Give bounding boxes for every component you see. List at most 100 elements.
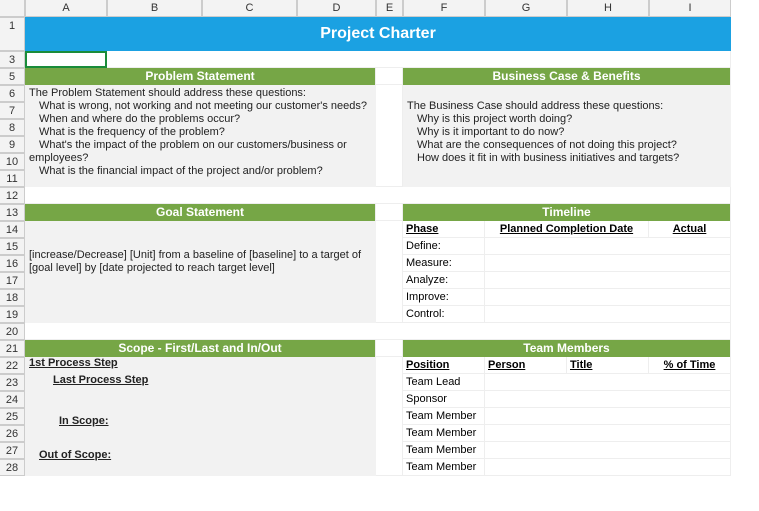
team-position[interactable]: Team Member [403,408,485,425]
timeline-phase[interactable]: Define: [403,238,485,255]
problem-item: What's the impact of the problem on our … [29,139,347,164]
cell[interactable] [376,221,403,323]
cell[interactable] [25,323,731,340]
spreadsheet-grid[interactable]: A B C D E F G H I 1 Project Charter 3 5 … [0,0,759,476]
team-position[interactable]: Team Member [403,459,485,476]
team-position[interactable]: Team Member [403,425,485,442]
row-header[interactable]: 28 [0,459,25,476]
row-header[interactable]: 9 [0,136,25,153]
goal-text: [increase/Decrease] [Unit] from a baseli… [29,249,361,274]
col-header[interactable]: F [403,0,485,17]
business-item: Why is it important to do now? [407,126,564,138]
col-header[interactable]: I [649,0,731,17]
col-header[interactable]: H [567,0,649,17]
team-header-person: Person [485,357,567,374]
row-header[interactable]: 15 [0,238,25,255]
row-header[interactable]: 23 [0,374,25,391]
section-header-goal: Goal Statement [25,204,376,221]
section-header-business: Business Case & Benefits [403,68,731,85]
row-header[interactable]: 3 [0,51,25,68]
cell[interactable] [485,238,731,255]
cell[interactable] [25,187,731,204]
section-header-scope: Scope - First/Last and In/Out [25,340,376,357]
team-header-pct: % of Time [649,357,731,374]
cell[interactable] [107,51,731,68]
row-header[interactable]: 1 [0,17,25,51]
row-header[interactable]: 10 [0,153,25,170]
timeline-phase[interactable]: Measure: [403,255,485,272]
col-header[interactable]: A [25,0,107,17]
scope-first-step: 1st Process Step [29,357,118,369]
row-header[interactable]: 7 [0,102,25,119]
row-header[interactable]: 18 [0,289,25,306]
cell[interactable] [485,374,731,391]
cell[interactable] [485,289,731,306]
row-header[interactable]: 19 [0,306,25,323]
row-header[interactable]: 13 [0,204,25,221]
page-title: Project Charter [25,17,731,51]
row-header[interactable]: 16 [0,255,25,272]
row-header[interactable]: 24 [0,391,25,408]
select-all-corner[interactable] [0,0,25,17]
problem-item: When and where do the problems occur? [29,113,240,125]
row-header[interactable]: 8 [0,119,25,136]
goal-statement-block[interactable]: [increase/Decrease] [Unit] from a baseli… [25,221,376,323]
active-cell[interactable] [25,51,107,68]
business-item: Why is this project worth doing? [407,113,572,125]
section-header-timeline: Timeline [403,204,731,221]
row-header[interactable]: 21 [0,340,25,357]
row-header[interactable]: 14 [0,221,25,238]
row-header[interactable]: 12 [0,187,25,204]
section-header-team: Team Members [403,340,731,357]
col-header[interactable]: C [202,0,297,17]
section-header-problem: Problem Statement [25,68,376,85]
scope-out: Out of Scope: [39,449,111,461]
row-header[interactable]: 22 [0,357,25,374]
problem-item: What is the financial impact of the proj… [29,165,323,177]
timeline-phase[interactable]: Control: [403,306,485,323]
cell[interactable] [376,85,403,187]
scope-last-step: Last Process Step [53,374,148,386]
problem-item: What is wrong, not working and not meeti… [29,100,367,112]
cell[interactable] [485,272,731,289]
business-item: What are the consequences of not doing t… [407,139,677,151]
team-position[interactable]: Team Member [403,442,485,459]
col-header[interactable]: G [485,0,567,17]
business-item: How does it fit in with business initiat… [407,152,679,164]
col-header[interactable]: B [107,0,202,17]
cell[interactable] [485,391,731,408]
timeline-header-planned: Planned Completion Date [485,221,649,238]
cell[interactable] [485,306,731,323]
row-header[interactable]: 5 [0,68,25,85]
scope-block[interactable]: 1st Process Step Last Process Step In Sc… [25,357,376,476]
team-header-position: Position [403,357,485,374]
problem-statement-block[interactable]: The Problem Statement should address the… [25,85,376,187]
problem-intro: The Problem Statement should address the… [29,87,306,99]
cell[interactable] [485,408,731,425]
cell[interactable] [376,68,403,85]
row-header[interactable]: 25 [0,408,25,425]
row-header[interactable]: 17 [0,272,25,289]
col-header[interactable]: D [297,0,376,17]
team-position[interactable]: Team Lead [403,374,485,391]
timeline-phase[interactable]: Analyze: [403,272,485,289]
business-intro: The Business Case should address these q… [407,100,663,112]
row-header[interactable]: 11 [0,170,25,187]
row-header[interactable]: 26 [0,425,25,442]
cell[interactable] [485,425,731,442]
scope-in: In Scope: [59,415,109,427]
cell[interactable] [376,340,403,357]
row-header[interactable]: 27 [0,442,25,459]
team-position[interactable]: Sponsor [403,391,485,408]
cell[interactable] [485,459,731,476]
row-header[interactable]: 6 [0,85,25,102]
col-header[interactable]: E [376,0,403,17]
team-header-title: Title [567,357,649,374]
cell[interactable] [376,204,403,221]
cell[interactable] [485,255,731,272]
row-header[interactable]: 20 [0,323,25,340]
timeline-phase[interactable]: Improve: [403,289,485,306]
cell[interactable] [376,357,403,476]
business-case-block[interactable]: The Business Case should address these q… [403,85,731,187]
cell[interactable] [485,442,731,459]
